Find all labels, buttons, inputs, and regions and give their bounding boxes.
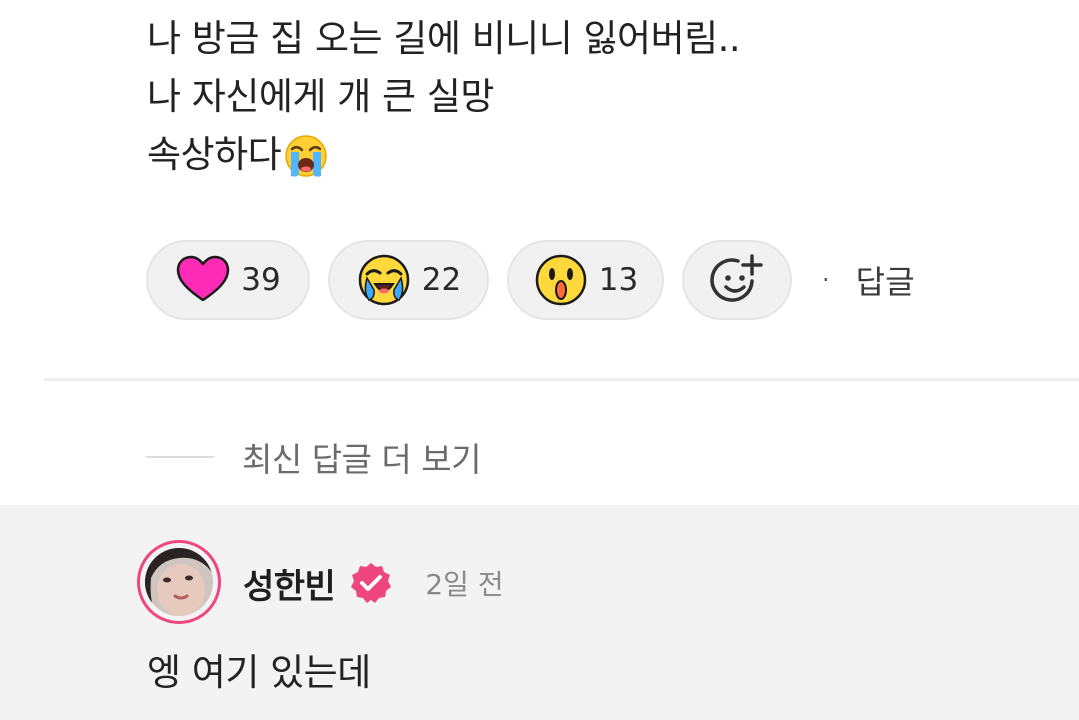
post-body: 나 방금 집 오는 길에 비니니 잃어버림.. 나 자신에게 개 큰 실망 속상… <box>147 10 741 184</box>
crying-reaction-button[interactable]: 22 <box>328 240 489 320</box>
post-line-2-text: 나 자신에게 개 큰 실망 <box>147 75 494 118</box>
more-replies-label: 최신 답글 더 보기 <box>242 440 482 479</box>
shocked-count: 13 <box>598 262 639 298</box>
post-line-3-text: 속상하다 <box>147 133 282 176</box>
reply-timestamp: 2일 전 <box>425 568 504 601</box>
author-name[interactable]: 성한빈 <box>243 559 336 608</box>
shocked-reaction-button[interactable]: 13 <box>507 240 664 320</box>
reaction-bar: 39 22 13 · 답글 <box>146 238 915 322</box>
heart-reaction-button[interactable]: 39 <box>146 240 310 320</box>
crying-count: 22 <box>421 262 462 298</box>
shocked-face-icon <box>535 254 587 306</box>
loudly-crying-face-icon <box>285 135 327 177</box>
post-line-1-text: 나 방금 집 오는 길에 비니니 잃어버림.. <box>147 17 741 60</box>
add-reaction-icon <box>710 254 763 302</box>
avatar[interactable] <box>137 540 221 624</box>
separator-dot: · <box>822 266 830 294</box>
more-replies-line <box>146 456 214 458</box>
reply-link-label: 답글 <box>855 263 915 301</box>
reply-link[interactable]: · 답글 <box>822 257 915 303</box>
avatar-image <box>145 548 213 616</box>
crying-face-icon <box>358 254 410 306</box>
post-line-2: 나 자신에게 개 큰 실망 <box>147 68 740 126</box>
reply-header: 성한빈 2일 전 <box>243 559 504 607</box>
reply-item: 성한빈 2일 전 엥 여기 있는데 <box>0 505 1079 720</box>
reply-body: 엥 여기 있는데 <box>147 651 371 694</box>
heart-icon <box>177 255 230 302</box>
heart-count: 39 <box>241 262 281 298</box>
add-reaction-button[interactable] <box>682 240 792 320</box>
verified-badge-icon <box>351 563 392 603</box>
section-divider <box>44 378 1079 381</box>
post-line-3: 속상하다 <box>147 126 740 184</box>
more-replies-button[interactable]: 최신 답글 더 보기 <box>146 432 482 482</box>
post-line-1: 나 방금 집 오는 길에 비니니 잃어버림.. <box>147 10 741 68</box>
